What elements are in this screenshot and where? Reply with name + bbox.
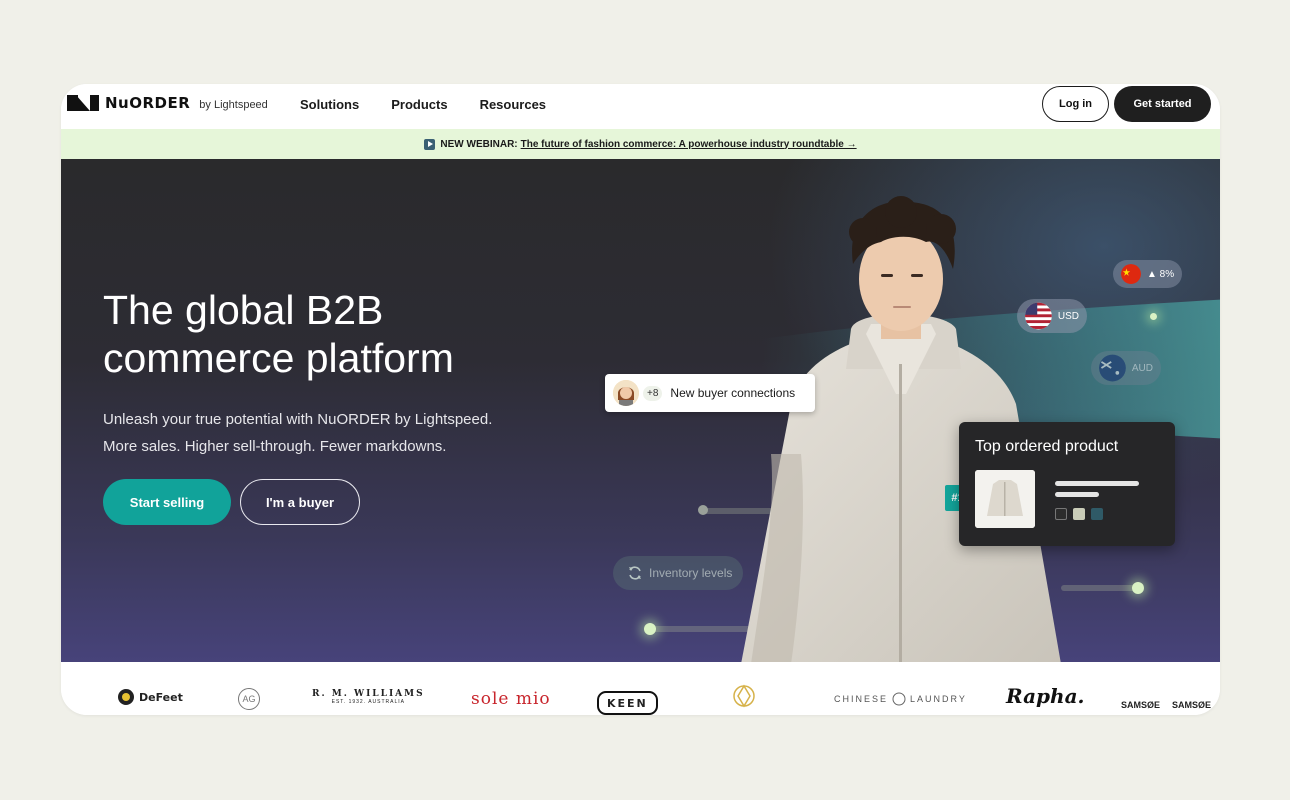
hero-description: Unleash your true potential with NuORDER…	[103, 406, 563, 460]
inventory-label: Inventory levels	[649, 566, 733, 580]
im-a-buyer-button[interactable]: I'm a buyer	[240, 479, 360, 525]
logo-chinese-laundry: CHINESE LAUNDRY	[834, 692, 967, 706]
swatch-beige	[1073, 508, 1085, 520]
logo-rapha: Rapha.	[1006, 684, 1085, 708]
currency-pill-usd: USD	[1017, 299, 1087, 333]
nuorder-logo-icon	[67, 95, 99, 111]
nav-products[interactable]: Products	[391, 97, 447, 112]
logo-emblem-icon	[733, 684, 755, 708]
australia-flag-icon	[1099, 354, 1126, 382]
browser-frame: NuORDER by Lightspeed Solutions Products…	[61, 84, 1220, 715]
china-flag-icon	[1121, 264, 1141, 284]
brand-name: NuORDER	[105, 94, 191, 112]
start-selling-button[interactable]: Start selling	[103, 479, 231, 525]
logo-keen: KEEN	[597, 691, 658, 715]
logo-sole-mio: sole mio	[471, 689, 551, 709]
buyer-count-badge: +8	[643, 385, 663, 401]
laundry-icon	[892, 692, 906, 706]
currency-pill-aud: AUD	[1091, 351, 1161, 385]
buyer-avatar	[613, 380, 639, 406]
hero-title-line2: commerce platform	[103, 335, 454, 381]
hero-section: The global B2B commerce platform Unleash…	[61, 159, 1220, 662]
logo-defeet: DeFeet	[117, 688, 183, 706]
webinar-banner: NEW WEBINAR: The future of fashion comme…	[61, 129, 1220, 159]
defeet-icon	[118, 689, 134, 705]
play-icon	[424, 138, 436, 150]
buyer-connections-card: +8 New buyer connections	[605, 374, 815, 412]
logo-ag: AG	[238, 688, 260, 710]
brand-subtitle: by Lightspeed	[199, 98, 268, 111]
logo-samsoe-2: SAMSØE	[1172, 700, 1212, 710]
refresh-icon	[629, 566, 641, 580]
swatch-teal	[1091, 508, 1103, 520]
logo-samsoe-1: SAMSØE	[1121, 700, 1161, 710]
currency-pill-cny: ▲ 8%	[1113, 260, 1183, 288]
connector-line	[1061, 585, 1141, 591]
usd-label: USD	[1057, 310, 1079, 322]
nav-resources[interactable]: Resources	[480, 97, 546, 112]
swatch-dark	[1055, 508, 1067, 520]
product-price-placeholder	[1055, 492, 1099, 497]
hero-title: The global B2B commerce platform	[103, 286, 563, 382]
hero-title-line1: The global B2B	[103, 287, 384, 333]
us-flag-icon	[1025, 302, 1052, 330]
brand-logo[interactable]: NuORDER by Lightspeed	[67, 94, 268, 112]
top-nav: NuORDER by Lightspeed Solutions Products…	[61, 84, 1220, 129]
connector-dot	[698, 505, 708, 515]
nav-links: Solutions Products Resources	[300, 97, 546, 112]
product-thumbnail	[975, 470, 1035, 528]
buyer-connections-label: New buyer connections	[670, 386, 796, 400]
connector-dot	[644, 623, 656, 635]
aud-label: AUD	[1131, 362, 1153, 374]
nav-solutions[interactable]: Solutions	[300, 97, 359, 112]
login-button[interactable]: Log in	[1042, 86, 1109, 122]
hero-desc-line2: More sales. Higher sell-through. Fewer m…	[103, 438, 447, 455]
hero-desc-line1: Unleash your true potential with NuORDER…	[103, 411, 493, 428]
client-logos-strip: DeFeet AG R. M. WILLIAMS EST. 1932. AUST…	[61, 662, 1220, 715]
logo-rm-williams: R. M. WILLIAMS EST. 1932. AUSTRALIA	[312, 689, 425, 705]
product-name-placeholder	[1055, 481, 1139, 486]
top-product-title: Top ordered product	[975, 438, 1119, 455]
banner-link[interactable]: The future of fashion commerce: A powerh…	[521, 139, 857, 150]
connector-dot	[1132, 582, 1144, 594]
banner-label: NEW WEBINAR:	[440, 138, 518, 150]
connector-dot	[1150, 313, 1157, 320]
top-ordered-product-card: Top ordered product	[959, 422, 1175, 546]
inventory-levels-pill: Inventory levels	[613, 556, 743, 590]
get-started-button[interactable]: Get started	[1114, 86, 1211, 122]
cny-change: ▲ 8%	[1147, 268, 1175, 280]
